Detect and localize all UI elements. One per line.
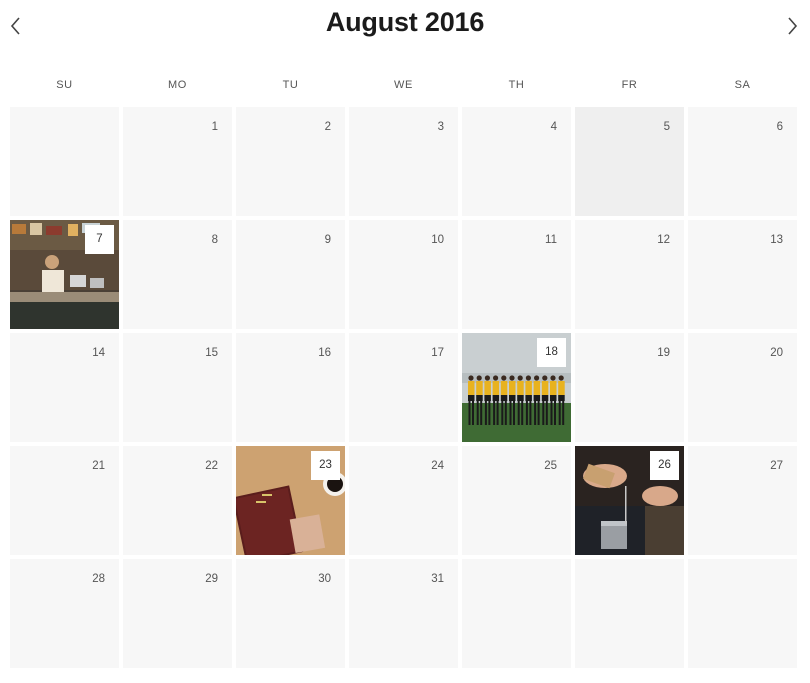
day-number: 17 xyxy=(431,347,444,359)
day-number: 14 xyxy=(92,347,105,359)
day-cell-31[interactable]: 31 xyxy=(349,559,458,668)
day-cell-16[interactable]: 16 xyxy=(236,333,345,442)
day-number: 31 xyxy=(431,573,444,585)
month-title: August 2016 xyxy=(325,7,485,37)
weekday-label-fr: FR xyxy=(621,79,638,91)
day-cell-18[interactable]: 18 xyxy=(462,333,571,442)
day-number: 5 xyxy=(663,121,670,133)
day-number: 15 xyxy=(205,347,218,359)
day-number: 12 xyxy=(657,234,670,246)
day-number: 9 xyxy=(324,234,331,246)
weekday-label-we: WE xyxy=(394,79,413,91)
day-number: 26 xyxy=(650,451,679,480)
weekday-label-tu: TU xyxy=(282,79,299,91)
day-cell-8[interactable]: 8 xyxy=(123,220,232,329)
day-cell-28[interactable]: 28 xyxy=(10,559,119,668)
day-cell-22[interactable]: 22 xyxy=(123,446,232,555)
day-cell-10[interactable]: 10 xyxy=(349,220,458,329)
day-number: 2 xyxy=(324,121,331,133)
day-number: 4 xyxy=(550,121,557,133)
weekday-label-su: SU xyxy=(56,79,73,91)
day-cell-2[interactable]: 2 xyxy=(236,107,345,216)
day-cell-26[interactable]: 26 xyxy=(575,446,684,555)
day-number: 18 xyxy=(537,338,566,367)
day-number: 20 xyxy=(770,347,783,359)
weekday-label-sa: SA xyxy=(734,79,751,91)
day-cell-6[interactable]: 6 xyxy=(688,107,797,216)
day-number: 22 xyxy=(205,460,218,472)
chevron-right-icon xyxy=(788,17,798,35)
day-cell-9[interactable]: 9 xyxy=(236,220,345,329)
day-cell-30[interactable]: 30 xyxy=(236,559,345,668)
weekday-label-th: TH xyxy=(508,79,525,91)
day-number: 16 xyxy=(318,347,331,359)
empty-day-cell xyxy=(688,559,797,668)
day-cell-4[interactable]: 4 xyxy=(462,107,571,216)
day-cell-3[interactable]: 3 xyxy=(349,107,458,216)
empty-day-cell xyxy=(575,559,684,668)
empty-day-cell xyxy=(10,107,119,216)
day-number: 23 xyxy=(311,451,340,480)
day-cell-29[interactable]: 29 xyxy=(123,559,232,668)
calendar-page: August 2016 SU MO TU WE TH FR SA 123456 7 8 9 10 1… xyxy=(0,0,810,683)
day-cell-27[interactable]: 27 xyxy=(688,446,797,555)
day-number: 27 xyxy=(770,460,783,472)
day-cell-11[interactable]: 11 xyxy=(462,220,571,329)
day-cell-24[interactable]: 24 xyxy=(349,446,458,555)
day-cell-1[interactable]: 1 xyxy=(123,107,232,216)
day-cell-17[interactable]: 17 xyxy=(349,333,458,442)
day-number: 21 xyxy=(92,460,105,472)
weekday-header: SU MO TU WE TH FR SA xyxy=(10,79,800,97)
day-number: 24 xyxy=(431,460,444,472)
day-number: 30 xyxy=(318,573,331,585)
day-cell-13[interactable]: 13 xyxy=(688,220,797,329)
day-number: 7 xyxy=(85,225,114,254)
day-number: 10 xyxy=(431,234,444,246)
day-number: 1 xyxy=(211,121,218,133)
day-number: 6 xyxy=(776,121,783,133)
day-cell-12[interactable]: 12 xyxy=(575,220,684,329)
day-number: 13 xyxy=(770,234,783,246)
next-month-button[interactable] xyxy=(780,13,804,39)
day-number: 3 xyxy=(437,121,444,133)
day-cell-20[interactable]: 20 xyxy=(688,333,797,442)
day-cell-7[interactable]: 7 xyxy=(10,220,119,329)
day-number: 29 xyxy=(205,573,218,585)
day-number: 8 xyxy=(211,234,218,246)
empty-day-cell xyxy=(462,559,571,668)
day-cell-25[interactable]: 25 xyxy=(462,446,571,555)
day-number: 25 xyxy=(544,460,557,472)
day-number: 28 xyxy=(92,573,105,585)
day-number: 11 xyxy=(545,234,557,246)
day-number: 19 xyxy=(657,347,670,359)
day-cell-23[interactable]: 23 xyxy=(236,446,345,555)
day-cell-15[interactable]: 15 xyxy=(123,333,232,442)
weekday-label-mo: MO xyxy=(168,79,187,91)
day-cell-14[interactable]: 14 xyxy=(10,333,119,442)
day-cell-19[interactable]: 19 xyxy=(575,333,684,442)
day-cell-5[interactable]: 5 xyxy=(575,107,684,216)
day-cell-21[interactable]: 21 xyxy=(10,446,119,555)
